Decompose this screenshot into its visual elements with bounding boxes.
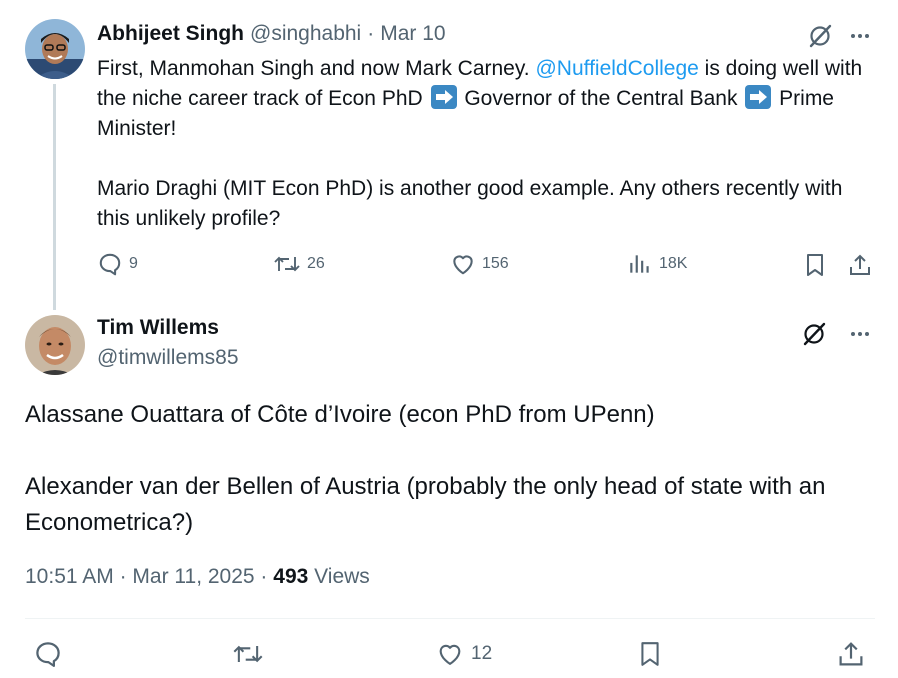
- arrow-right-emoji: [430, 85, 457, 109]
- like-icon: [439, 644, 461, 665]
- reply-count: 9: [129, 255, 138, 272]
- views-count: 18K: [659, 255, 688, 272]
- bookmark-button[interactable]: [636, 639, 664, 669]
- views-icon: [630, 255, 649, 273]
- repost-button[interactable]: 26: [273, 251, 325, 277]
- more-icon[interactable]: [846, 320, 874, 348]
- reply-tweet-text: Alassane Ouattara of Côte d’Ivoire (econ…: [25, 397, 885, 541]
- action-bar-divider: [25, 618, 875, 619]
- reply-author-name[interactable]: Tim Willems: [97, 316, 219, 340]
- tweet-time[interactable]: 10:51 AM: [25, 565, 114, 588]
- author-name[interactable]: Abhijeet Singh: [97, 22, 244, 46]
- tweet-text-segment: First, Manmohan Singh and now Mark Carne…: [97, 57, 536, 80]
- tweet-meta: 10:51 AM · Mar 11, 2025 · 493 Views: [25, 565, 370, 589]
- avatar-abhijeet-singh[interactable]: [25, 19, 85, 79]
- mention-link[interactable]: @NuffieldCollege: [535, 57, 698, 80]
- tweet-text-segment: Governor of the Central Bank: [458, 87, 744, 110]
- reply-button[interactable]: 9: [97, 251, 138, 277]
- share-icon: [839, 642, 863, 666]
- arrow-right-emoji: [745, 85, 772, 109]
- tweet-full-date[interactable]: Mar 11, 2025: [132, 565, 254, 588]
- share-icon: [850, 254, 870, 275]
- tweet-paragraph: Alexander van der Bellen of Austria (pro…: [25, 473, 826, 536]
- like-button[interactable]: 156: [450, 251, 509, 277]
- meta-separator: ·: [113, 565, 133, 588]
- bookmark-button[interactable]: [801, 251, 829, 279]
- tweet-paragraph: Mario Draghi (MIT Econ PhD) is another g…: [97, 177, 843, 230]
- avatar-tim-willems[interactable]: [25, 315, 85, 375]
- views-button[interactable]: 18K: [627, 251, 687, 277]
- views-total[interactable]: 493: [273, 565, 308, 588]
- bookmark-icon: [641, 642, 659, 666]
- more-icon[interactable]: [846, 22, 874, 50]
- bookmark-icon: [807, 254, 823, 276]
- reply-button[interactable]: [33, 639, 63, 669]
- like-count: 156: [482, 255, 509, 272]
- grok-icon[interactable]: [806, 22, 834, 50]
- header-separator: ·: [367, 22, 375, 45]
- reply-icon: [36, 642, 60, 667]
- parent-tweet-header: Abhijeet Singh @singhabhi · Mar 10: [97, 20, 446, 48]
- reply-icon: [99, 253, 121, 276]
- parent-tweet-text: First, Manmohan Singh and now Mark Carne…: [97, 54, 867, 234]
- like-button[interactable]: 12: [435, 640, 492, 668]
- tweet-paragraph: Alassane Ouattara of Côte d’Ivoire (econ…: [25, 401, 655, 428]
- repost-icon: [274, 256, 300, 272]
- share-button[interactable]: [836, 639, 866, 669]
- reply-author-handle[interactable]: @timwillems85: [97, 346, 239, 370]
- views-label: Views: [308, 565, 370, 588]
- thread-connector-line: [53, 84, 56, 310]
- author-handle[interactable]: @singhabhi: [250, 22, 361, 46]
- like-count: 12: [471, 643, 493, 664]
- repost-button[interactable]: [231, 639, 265, 669]
- repost-count: 26: [307, 255, 325, 272]
- share-button[interactable]: [846, 251, 874, 279]
- like-icon: [453, 255, 473, 275]
- grok-icon[interactable]: [800, 320, 828, 348]
- repost-icon: [233, 645, 263, 663]
- meta-separator: ·: [254, 565, 274, 588]
- tweet-date[interactable]: Mar 10: [380, 22, 445, 46]
